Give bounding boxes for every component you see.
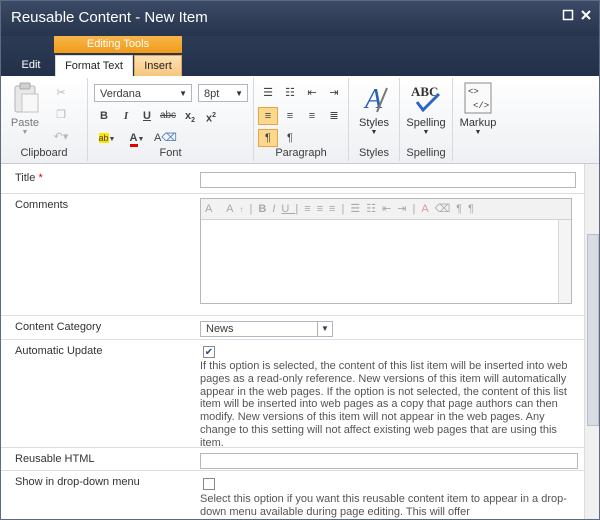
strikethrough-icon[interactable]: abc bbox=[158, 107, 178, 125]
font-size-select[interactable]: 8pt ▼ bbox=[198, 84, 248, 102]
tab-insert[interactable]: Insert bbox=[134, 55, 182, 77]
form-scrollbar[interactable] bbox=[584, 164, 599, 519]
align-center-icon[interactable]: ≡ bbox=[280, 107, 300, 125]
automatic-update-row: Automatic Update ✔ If this option is sel… bbox=[1, 339, 584, 449]
left-to-right-icon[interactable]: ¶ bbox=[258, 129, 278, 147]
styles-label: Styles bbox=[359, 117, 389, 129]
markup-icon: <> </> bbox=[464, 82, 492, 114]
title-input[interactable] bbox=[200, 172, 576, 188]
copy-icon[interactable]: ❐ bbox=[51, 106, 71, 124]
dialog-window: Reusable Content - New Item Editing Tool… bbox=[0, 0, 600, 520]
spelling-dropdown-icon: ▼ bbox=[422, 129, 430, 136]
editor-scrollbar[interactable] bbox=[558, 220, 571, 303]
increase-indent-icon[interactable]: ⇥ bbox=[324, 84, 344, 102]
markup-group: <> </> Markup ▼ bbox=[453, 78, 503, 161]
font-group: Verdana ▼ 8pt ▼ B I U abc x2 x2 ab▼ A▼ A⌫ … bbox=[88, 78, 254, 161]
automatic-update-label: Automatic Update bbox=[15, 345, 103, 357]
tab-format-text[interactable]: Format Text bbox=[55, 55, 133, 77]
cut-icon[interactable]: ✂ bbox=[51, 84, 71, 102]
spelling-group-label: Spelling bbox=[406, 147, 446, 159]
maximize-icon[interactable] bbox=[561, 9, 575, 23]
superscript-icon[interactable]: x2 bbox=[201, 107, 221, 125]
styles-button[interactable]: A Styles ▼ bbox=[353, 82, 395, 136]
comments-rich-editor[interactable]: A A↑|BIU|≡≡≡|☰☷⇤⇥|A⌫¶¶ bbox=[200, 198, 572, 304]
title-bar: Reusable Content - New Item bbox=[1, 1, 599, 36]
svg-text:A: A bbox=[363, 84, 383, 114]
title-label: Title * bbox=[15, 172, 43, 184]
highlight-color-icon[interactable]: ab▼ bbox=[94, 129, 120, 147]
markup-button[interactable]: <> </> Markup ▼ bbox=[455, 82, 501, 136]
font-family-value: Verdana bbox=[100, 88, 141, 100]
content-category-value: News bbox=[206, 323, 234, 335]
required-mark: * bbox=[38, 172, 43, 184]
show-in-dropdown-label: Show in drop-down menu bbox=[15, 476, 140, 488]
paragraph-group: ☰ ☷ ⇤ ⇥ ≡ ≡ ≡ ≣ ¶ ¶ Paragraph bbox=[254, 78, 349, 161]
paste-icon bbox=[14, 82, 39, 113]
markup-label: Markup bbox=[459, 117, 497, 129]
align-left-icon[interactable]: ≡ bbox=[258, 107, 278, 125]
paragraph-group-label: Paragraph bbox=[275, 147, 327, 159]
underline-icon[interactable]: U bbox=[137, 107, 157, 125]
styles-dropdown-icon: ▼ bbox=[370, 129, 378, 136]
comments-label: Comments bbox=[15, 199, 69, 211]
chevron-down-icon[interactable]: ▼ bbox=[317, 322, 332, 336]
font-color-icon[interactable]: A▼ bbox=[124, 129, 150, 147]
show-in-dropdown-row: Show in drop-down menu Select this optio… bbox=[1, 470, 584, 519]
comments-row: Comments A A↑|BIU|≡≡≡|☰☷⇤⇥|A⌫¶¶ bbox=[1, 193, 584, 316]
markup-dropdown-icon: ▼ bbox=[474, 129, 482, 136]
svg-text:<>: <> bbox=[468, 87, 479, 97]
bold-icon[interactable]: B bbox=[94, 107, 114, 125]
clear-format-icon[interactable]: A⌫ bbox=[154, 129, 177, 147]
spelling-label: Spelling bbox=[406, 117, 446, 129]
spelling-button[interactable]: ABC Spelling ▼ bbox=[403, 82, 449, 136]
reusable-html-row: Reusable HTML bbox=[1, 447, 584, 471]
clipboard-group-label: Clipboard bbox=[20, 147, 68, 159]
styles-icon: A bbox=[363, 84, 388, 115]
align-right-icon[interactable]: ≡ bbox=[302, 107, 322, 125]
svg-text:</>: </> bbox=[473, 101, 489, 111]
automatic-update-checkbox[interactable]: ✔ bbox=[203, 346, 215, 358]
content-category-select[interactable]: News ▼ bbox=[200, 321, 333, 337]
spelling-icon: ABC bbox=[411, 84, 441, 113]
bullet-list-icon[interactable]: ☰ bbox=[258, 84, 278, 102]
show-in-dropdown-help: Select this option if you want this reus… bbox=[200, 493, 567, 518]
reusable-html-label: Reusable HTML bbox=[15, 453, 95, 465]
close-icon[interactable] bbox=[579, 9, 593, 23]
scrollbar-thumb[interactable] bbox=[587, 234, 599, 426]
reusable-html-input[interactable] bbox=[200, 453, 578, 469]
numbered-list-icon[interactable]: ☷ bbox=[280, 84, 300, 102]
paste-button[interactable]: Paste ▼ bbox=[7, 82, 43, 136]
automatic-update-help: If this option is selected, the content … bbox=[200, 360, 568, 449]
right-to-left-icon[interactable]: ¶ bbox=[280, 129, 300, 147]
show-in-dropdown-checkbox[interactable] bbox=[203, 478, 215, 490]
clipboard-group: Paste ▼ ✂ ❐ ↶▾ Clipboard bbox=[1, 78, 88, 161]
tab-edit[interactable]: Edit bbox=[11, 55, 51, 76]
content-category-label: Content Category bbox=[15, 321, 102, 333]
font-size-value: 8pt bbox=[204, 88, 220, 100]
ribbon: Paste ▼ ✂ ❐ ↶▾ Clipboard Verdana ▼ 8pt ▼ B… bbox=[1, 76, 599, 164]
justify-icon[interactable]: ≣ bbox=[324, 107, 344, 125]
italic-icon[interactable]: I bbox=[116, 107, 136, 125]
styles-group: A Styles ▼ Styles bbox=[349, 78, 400, 161]
paste-dropdown-icon[interactable]: ▼ bbox=[7, 129, 43, 136]
decrease-indent-icon[interactable]: ⇤ bbox=[302, 84, 322, 102]
font-family-select[interactable]: Verdana ▼ bbox=[94, 84, 192, 102]
undo-icon[interactable]: ↶▾ bbox=[51, 128, 71, 146]
content-category-row: Content Category News ▼ bbox=[1, 315, 584, 340]
paste-label: Paste bbox=[10, 117, 40, 129]
styles-group-label: Styles bbox=[359, 147, 389, 159]
editing-tools-context-header: Editing Tools bbox=[54, 36, 182, 53]
title-row: Title * bbox=[1, 167, 584, 193]
spelling-group: ABC Spelling ▼ Spelling bbox=[400, 78, 453, 161]
subscript-icon[interactable]: x2 bbox=[180, 107, 200, 125]
form-content: Title * Comments A A↑|BIU|≡≡≡|☰☷⇤⇥|A⌫¶¶ … bbox=[1, 164, 584, 519]
dialog-title: Reusable Content - New Item bbox=[11, 9, 208, 26]
font-group-label: Font bbox=[159, 147, 182, 159]
editor-toolbar: A A↑|BIU|≡≡≡|☰☷⇤⇥|A⌫¶¶ bbox=[201, 199, 571, 220]
